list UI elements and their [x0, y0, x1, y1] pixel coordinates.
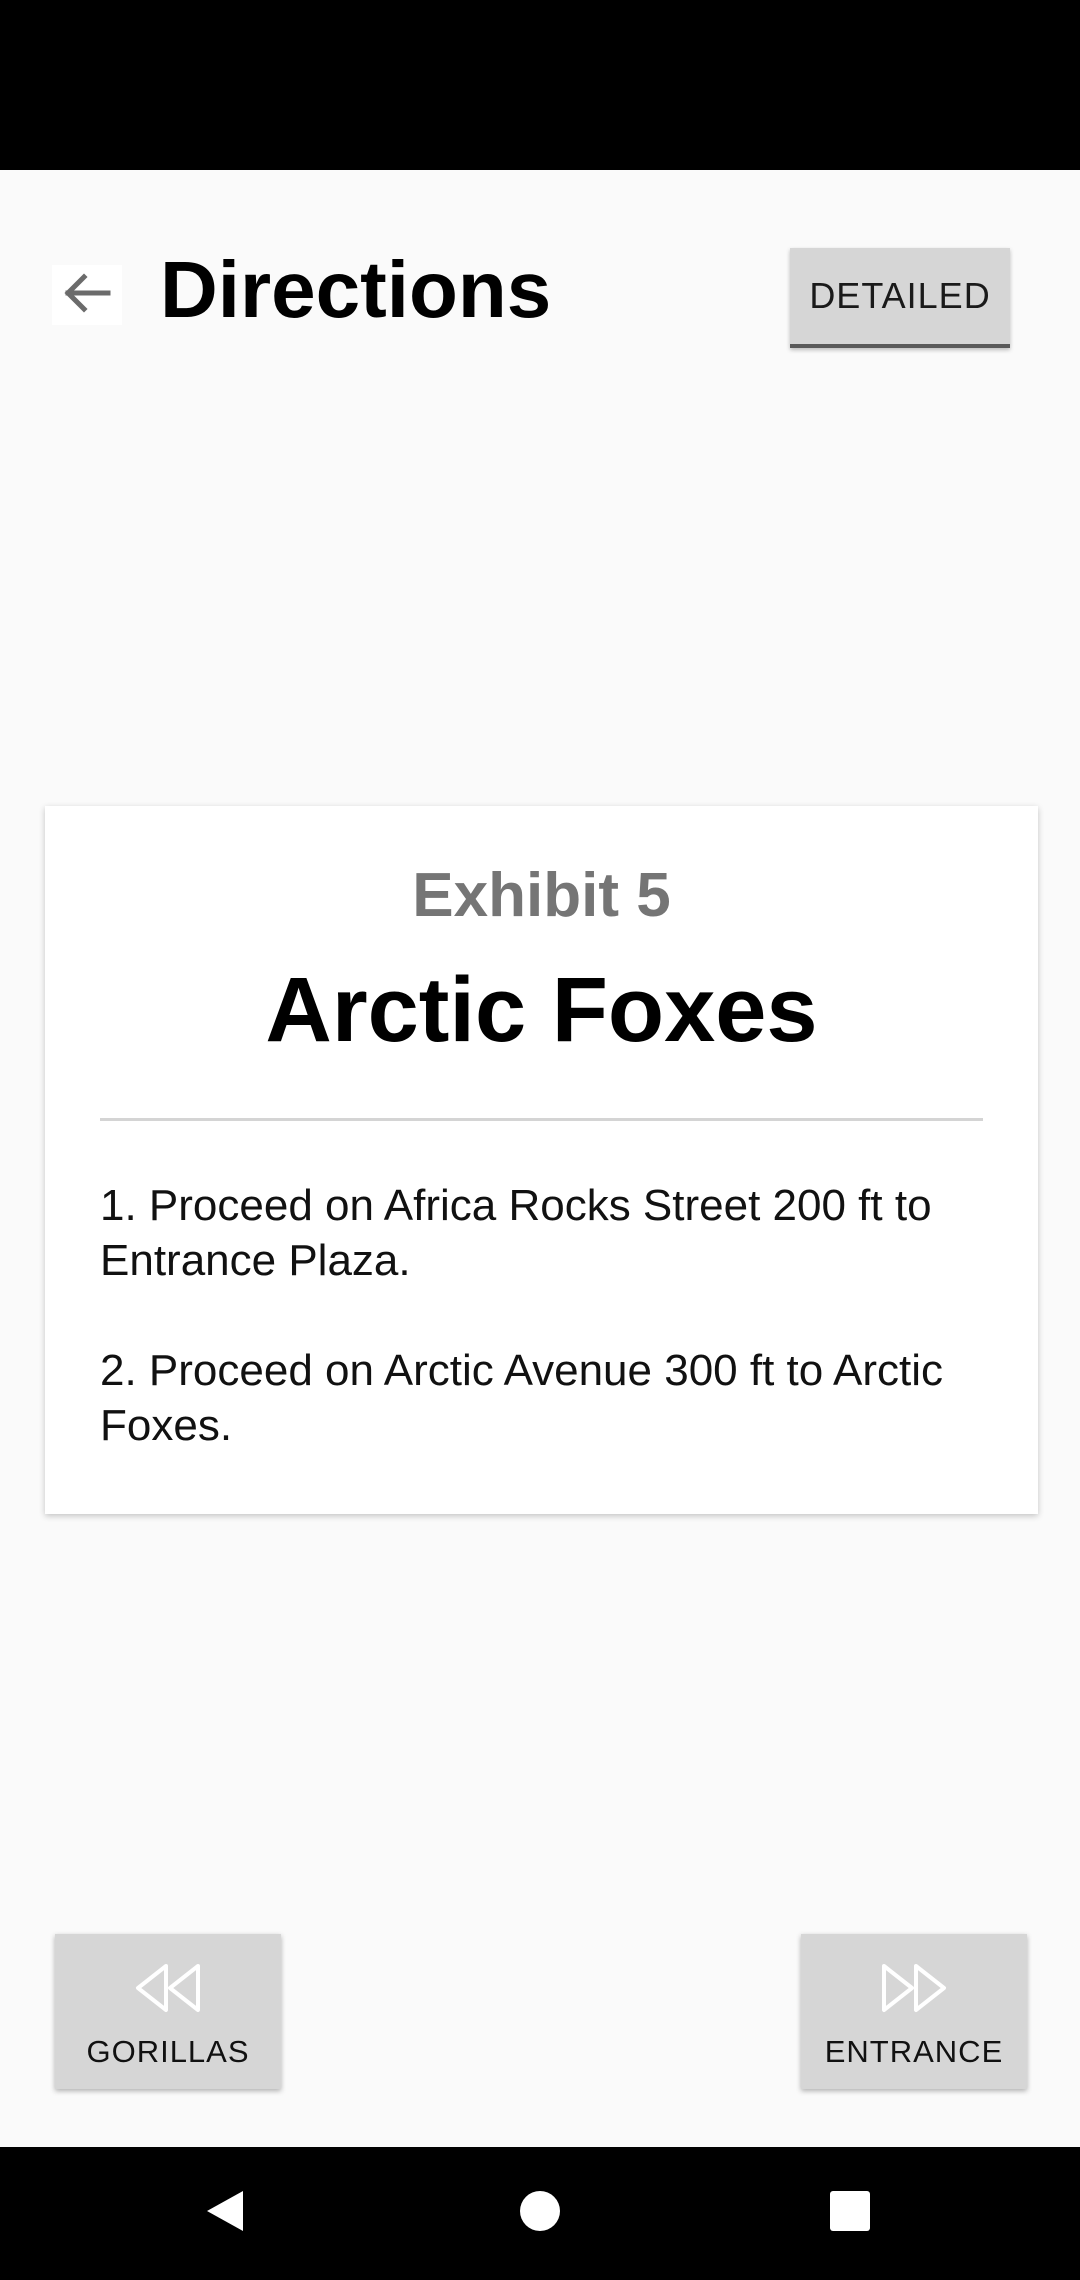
direction-step: 1. Proceed on Africa Rocks Street 200 ft… — [100, 1181, 932, 1285]
system-navigation-bar — [0, 2147, 1080, 2280]
triangle-back-icon — [203, 2188, 247, 2239]
next-exhibit-button[interactable]: ENTRANCE — [801, 1934, 1027, 2089]
card-divider — [100, 1118, 983, 1121]
direction-step: 2. Proceed on Arctic Avenue 300 ft to Ar… — [100, 1346, 944, 1450]
next-exhibit-label: ENTRANCE — [824, 2034, 1004, 2069]
page-title: Directions — [160, 245, 552, 334]
system-back-button[interactable] — [185, 2147, 265, 2280]
previous-exhibit-button[interactable]: GORILLAS — [55, 1934, 281, 2089]
status-bar — [0, 0, 1080, 170]
system-home-button[interactable] — [500, 2147, 580, 2280]
exhibit-number: Exhibit 5 — [412, 861, 671, 930]
previous-exhibit-label: GORILLAS — [86, 2034, 250, 2069]
arrow-left-icon — [62, 272, 112, 318]
back-button[interactable] — [52, 265, 122, 325]
fast-forward-icon — [801, 1962, 1027, 2014]
rewind-icon — [55, 1962, 281, 2014]
directions-card: Exhibit 5 Arctic Foxes 1. Proceed on Afr… — [45, 806, 1038, 1514]
directions-list: 1. Proceed on Africa Rocks Street 200 ft… — [100, 1178, 983, 1508]
square-recents-icon — [828, 2189, 872, 2238]
exhibit-name: Arctic Foxes — [265, 959, 818, 1061]
system-recents-button[interactable] — [810, 2147, 890, 2280]
circle-home-icon — [518, 2189, 562, 2238]
detailed-toggle-button[interactable]: DETAILED — [790, 248, 1010, 348]
